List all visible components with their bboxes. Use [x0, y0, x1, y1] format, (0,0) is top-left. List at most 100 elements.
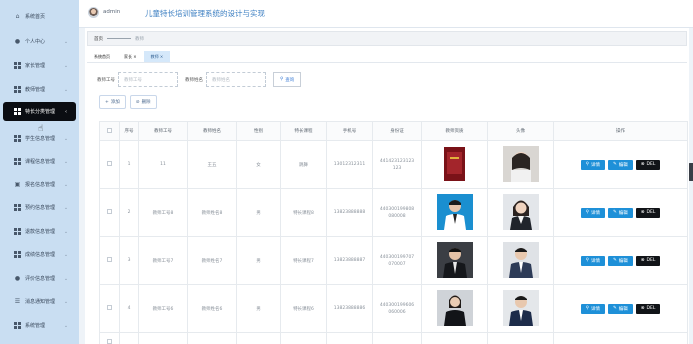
- delete-row-button[interactable]: ⊗ DEL: [635, 255, 661, 266]
- avatar-image: [502, 241, 539, 278]
- delete-button[interactable]: ⊘ 删除: [129, 95, 157, 109]
- breadcrumb: 首页 教师: [87, 31, 687, 46]
- edit-button[interactable]: ✎ 编辑: [607, 303, 633, 314]
- sidebar-item-refunds[interactable]: 退款信息管理 ⌄: [3, 222, 76, 241]
- row-checkbox[interactable]: [107, 257, 112, 262]
- detail-label: 详情: [590, 162, 600, 168]
- sidebar-item-profile[interactable]: ● 个人中心 ⌄: [3, 32, 76, 51]
- header-cell: 教师姓名: [187, 121, 237, 141]
- cell-no: 3: [119, 236, 139, 285]
- mouse-cursor-icon: ☝: [38, 124, 44, 134]
- edit-button[interactable]: ✎ 编辑: [607, 255, 633, 266]
- avatar-image: [502, 145, 539, 182]
- cell-avatar: [487, 140, 554, 189]
- add-button[interactable]: + 添加: [99, 95, 126, 109]
- tab-teachers[interactable]: 教师 ×: [143, 51, 171, 62]
- edit-button[interactable]: ✎ 编辑: [607, 159, 633, 170]
- avatar-image: [502, 193, 539, 230]
- detail-button[interactable]: ⚲ 详情: [580, 207, 605, 218]
- edit-button[interactable]: ✎ 编辑: [607, 207, 633, 218]
- tab-home[interactable]: 系统首页: [87, 51, 117, 62]
- row-select[interactable]: [99, 188, 120, 237]
- cell-teacher-name: 教师姓名7: [187, 236, 237, 285]
- breadcrumb-current: 教师: [135, 36, 144, 42]
- edit-label: 编辑: [618, 306, 628, 312]
- grid-icon: [14, 62, 21, 69]
- table-header-row: 序号 教师工号 教师姓名 性别 特长课程 手机号 身份证 教师资质 头像 操作: [99, 121, 688, 141]
- teacher-name-input[interactable]: 教师姓名: [206, 72, 266, 87]
- header-cell: 教师资质: [421, 121, 488, 141]
- qualification-image: [436, 193, 473, 230]
- table-row: 3 教师工号7 教师姓名7 男 特长课程7 13823888887 440300…: [99, 236, 688, 285]
- detail-button[interactable]: ⚲ 详情: [580, 303, 605, 314]
- row-checkbox[interactable]: [107, 305, 112, 310]
- idcard-line: 440300199808: [379, 206, 415, 212]
- row-checkbox[interactable]: [107, 161, 112, 166]
- sidebar-item-talent-category[interactable]: 特长分类管理 ‹: [3, 102, 76, 121]
- table-row: 4 教师工号6 教师姓名6 男 特长课程6 13823888886 440300…: [99, 284, 688, 333]
- breadcrumb-home[interactable]: 首页: [94, 36, 103, 42]
- cell-gender: 女: [236, 140, 281, 189]
- grid-icon: [14, 135, 21, 142]
- sidebar-item-notifications[interactable]: ☰ 消息通知管理 ⌄: [3, 292, 76, 311]
- sidebar-item-label: 特长分类管理: [25, 109, 56, 115]
- sidebar: ⌂ 系统首页 ● 个人中心 ⌄ 家长管理 ⌄ 教师管理 ⌄ 特长分类管理 ‹ 学…: [0, 0, 79, 344]
- delete-row-button[interactable]: ⊗ DEL: [635, 207, 661, 218]
- row-select[interactable]: [99, 236, 120, 285]
- avatar[interactable]: [88, 7, 99, 18]
- detail-label: 详情: [590, 306, 600, 312]
- chevron-down-icon: ⌄: [63, 181, 69, 188]
- delete-row-button[interactable]: ⊗ DEL: [635, 159, 661, 170]
- sidebar-item-label: 退款信息管理: [25, 229, 56, 235]
- row-select[interactable]: [99, 284, 120, 333]
- del-label: DEL: [646, 162, 656, 167]
- cell-teacher-name: 教师姓名6: [187, 284, 237, 333]
- header-cell: 身份证: [372, 121, 422, 141]
- cell-phone: 13823888887: [326, 236, 373, 285]
- top-header: admin 儿童特长培训管理系统的设计与实现: [79, 0, 693, 28]
- header-select[interactable]: [99, 121, 120, 141]
- pencil-icon: ✎: [612, 258, 617, 263]
- cell-operations: ⚲ 详情 ✎ 编辑 ⊗ DEL: [553, 236, 688, 285]
- cell-course: 跳舞: [280, 140, 327, 189]
- cell-qualification: [421, 140, 488, 189]
- edit-label: 编辑: [618, 258, 628, 264]
- cell-idcard: 440300199808 080008: [372, 188, 422, 237]
- page-title: 儿童特长培训管理系统的设计与实现: [145, 9, 265, 18]
- row-checkbox[interactable]: [107, 209, 112, 214]
- sidebar-item-system[interactable]: 系统管理 ⌄: [3, 316, 76, 335]
- detail-button[interactable]: ⚲ 详情: [580, 159, 605, 170]
- query-button[interactable]: ⚲ 查询: [273, 72, 302, 87]
- sidebar-item-teachers[interactable]: 教师管理 ⌄: [3, 80, 76, 99]
- close-circle-icon: ⊗: [640, 210, 645, 215]
- teacher-no-input[interactable]: 教师工号: [118, 72, 178, 87]
- detail-label: 详情: [590, 210, 600, 216]
- sidebar-item-enrollment[interactable]: ▣ 报名信息管理 ⌄: [3, 175, 76, 194]
- cell-qualification: [421, 188, 488, 237]
- sidebar-item-courses[interactable]: 课程信息管理 ⌄: [3, 152, 76, 171]
- select-all-checkbox[interactable]: [107, 127, 112, 133]
- row-select[interactable]: [99, 332, 120, 344]
- delete-row-button[interactable]: ⊗ DEL: [635, 303, 661, 314]
- sidebar-item-label: 个人中心: [25, 39, 46, 45]
- pencil-icon: ✎: [612, 162, 617, 167]
- header-cell: 教师工号: [138, 121, 188, 141]
- plus-icon: +: [105, 99, 109, 105]
- row-checkbox[interactable]: [107, 339, 112, 344]
- cell-teacher-no: 教师工号7: [138, 236, 188, 285]
- sidebar-item-parents[interactable]: 家长管理 ⌄: [3, 56, 76, 75]
- idcard-line: 080008: [388, 213, 406, 219]
- table-row: [99, 332, 688, 344]
- close-circle-icon: ⊗: [640, 162, 645, 167]
- detail-button[interactable]: ⚲ 详情: [580, 255, 605, 266]
- query-label: 查询: [285, 77, 295, 83]
- home-icon: ⌂: [15, 13, 20, 20]
- sidebar-item-reviews[interactable]: ● 评价信息管理 ⌄: [3, 269, 76, 288]
- tab-parents[interactable]: 家长 ×: [117, 51, 144, 62]
- row-select[interactable]: [99, 140, 120, 189]
- sidebar-item-scores[interactable]: 成绩信息管理 ⌄: [3, 245, 76, 264]
- sidebar-item-label: 评价信息管理: [25, 276, 56, 282]
- cell-avatar: [487, 284, 554, 333]
- sidebar-item-reservations[interactable]: 预约信息管理 ⌄: [3, 198, 76, 217]
- sidebar-item-home[interactable]: ⌂ 系统首页: [3, 7, 76, 26]
